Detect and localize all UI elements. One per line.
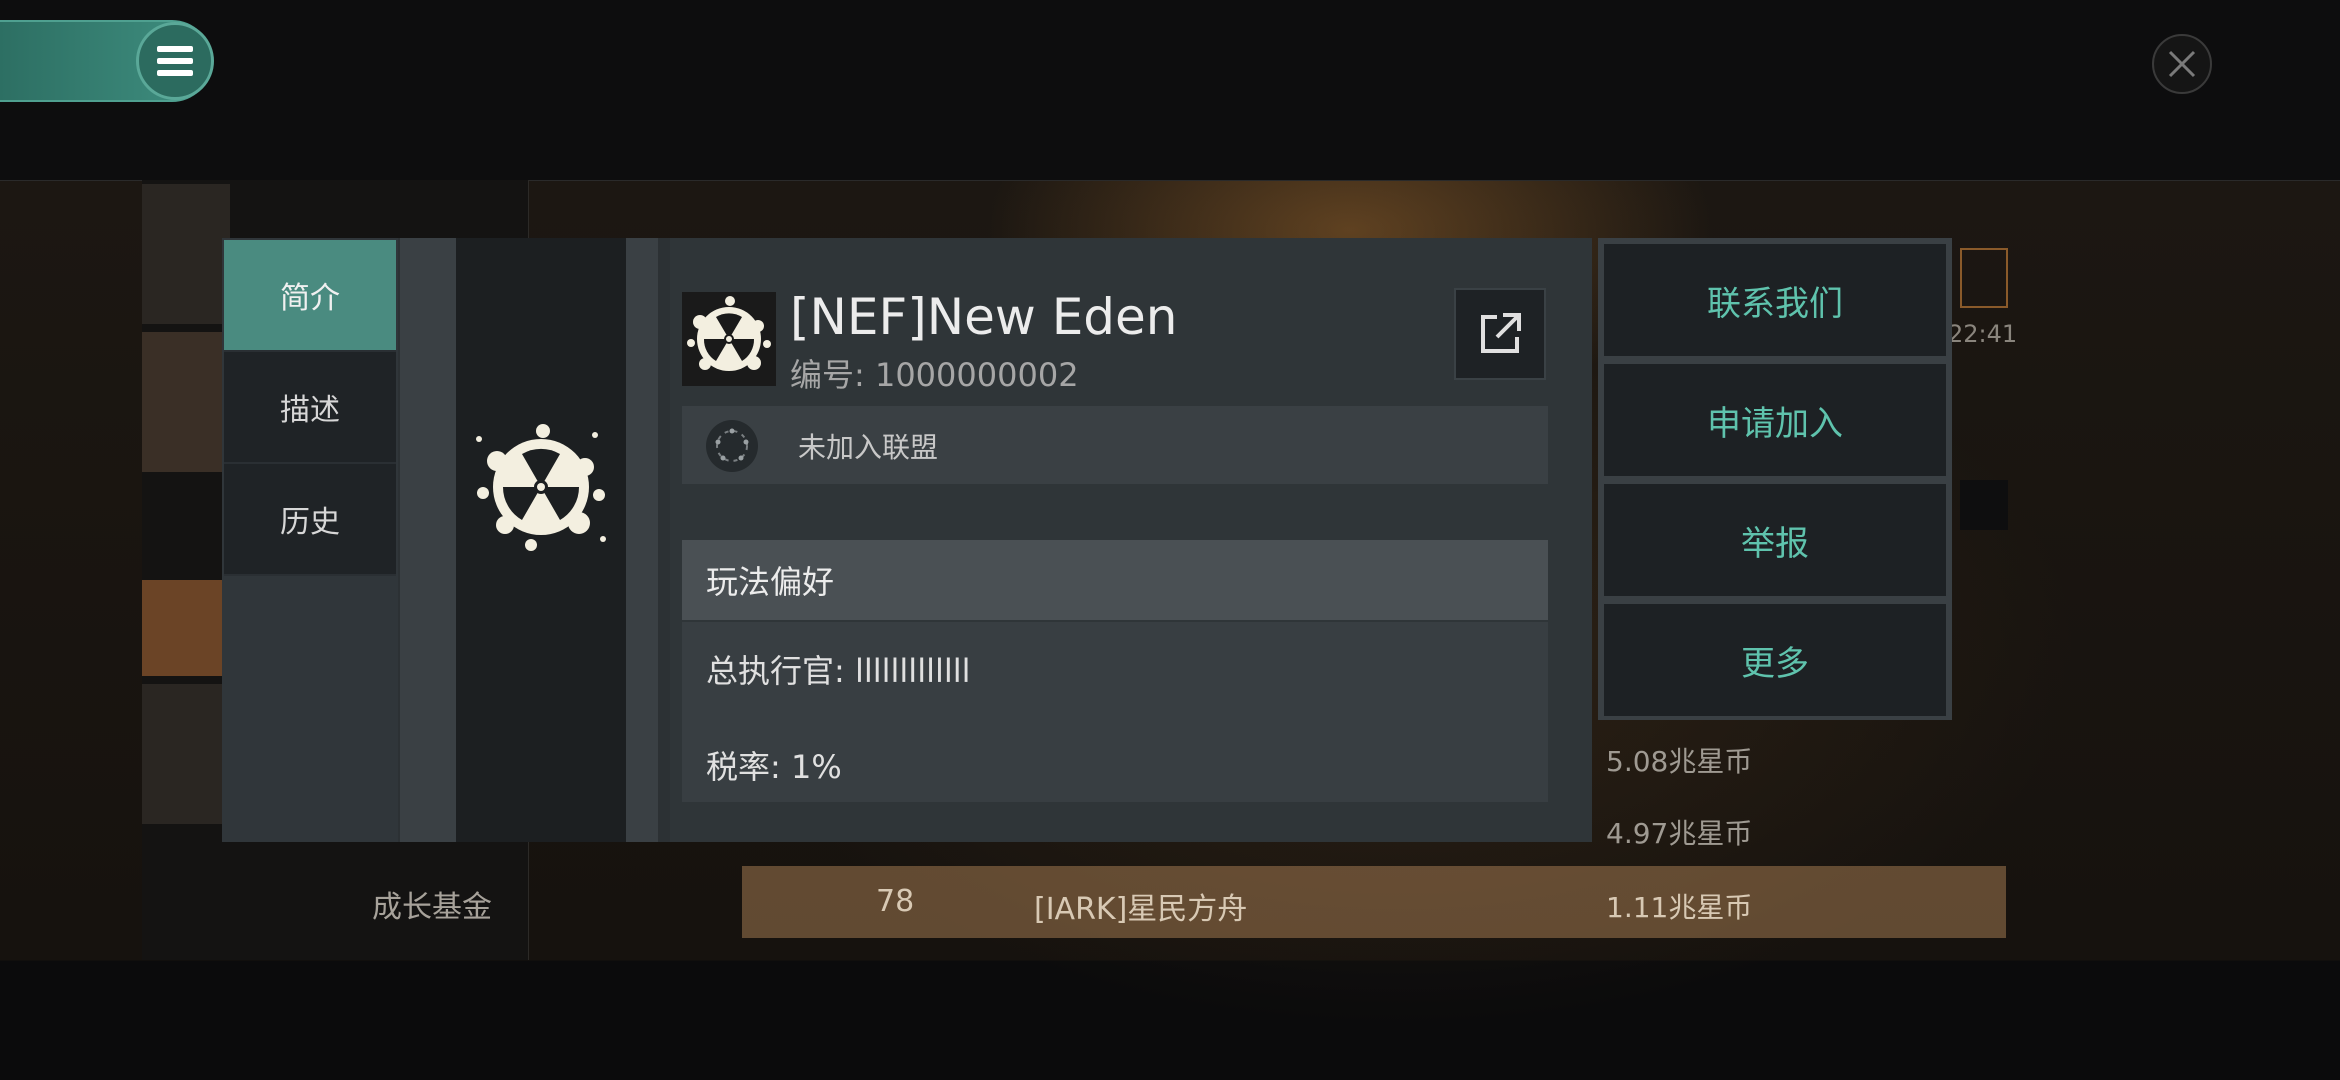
corp-logo [682,292,776,386]
action-panel: 联系我们 申请加入 举报 更多 [1598,238,1952,720]
corp-id: 编号: 1000000002 [790,356,1079,394]
external-link-button[interactable] [1454,288,1546,380]
more-button[interactable]: 更多 [1604,604,1946,716]
background-thumbnail [142,332,230,472]
preferences-header: 玩法偏好 [682,540,1548,620]
background-thumbnail [142,580,230,676]
tab-intro[interactable]: 简介 [224,240,396,352]
alliance-row: 未加入联盟 [682,406,1548,484]
menu-button[interactable] [136,22,214,100]
radiation-splat-icon [687,296,771,371]
background-rank: 78 [876,884,915,919]
external-link-icon [1481,313,1521,353]
background-value: 5.08兆星币 [1606,745,1753,778]
background-thumbnail [142,684,230,824]
background-highlight-row [742,866,2006,938]
contact-us-button[interactable]: 联系我们 [1604,244,1946,356]
top-bar [0,0,2340,181]
radiation-splat-icon [476,424,606,551]
background-thumbnail [142,184,230,324]
growth-fund-label: 成长基金 [372,890,492,925]
ceo-line: 总执行官: lllllllllllll [706,652,971,690]
close-icon [2168,50,2196,78]
background-box [1960,248,2008,308]
emblem-center [456,238,626,842]
menu-icon [157,46,193,76]
emblem-rail-right [626,238,658,842]
tab-description[interactable]: 描述 [224,352,396,464]
background-corp-name: [IARK]星民方舟 [1034,892,1248,927]
tab-history[interactable]: 历史 [224,464,396,576]
corp-name: [NEF]New Eden [790,288,1178,346]
close-button[interactable] [2152,34,2212,94]
alliance-status: 未加入联盟 [798,431,939,464]
preferences-body: 总执行官: lllllllllllll 税率: 1% [682,622,1548,802]
background-time: 22:41 [1948,320,2018,348]
background-value: 1.11兆星币 [1606,891,1753,924]
corp-content: [NEF]New Eden 编号: 1000000002 未加入联盟 玩法偏好 … [670,238,1592,842]
report-button[interactable]: 举报 [1604,484,1946,596]
tax-line: 税率: 1% [706,748,842,786]
alliance-stars-icon [706,420,758,472]
emblem-rail-left [400,238,456,842]
corp-info-modal: 简介 描述 历史 [NEF]New Eden 编号: 1000000002 未加… [222,238,1592,842]
side-tabs: 简介 描述 历史 [222,238,398,842]
background-strip [1960,480,2008,530]
background-value: 4.97兆星币 [1606,817,1753,850]
apply-join-button[interactable]: 申请加入 [1604,364,1946,476]
